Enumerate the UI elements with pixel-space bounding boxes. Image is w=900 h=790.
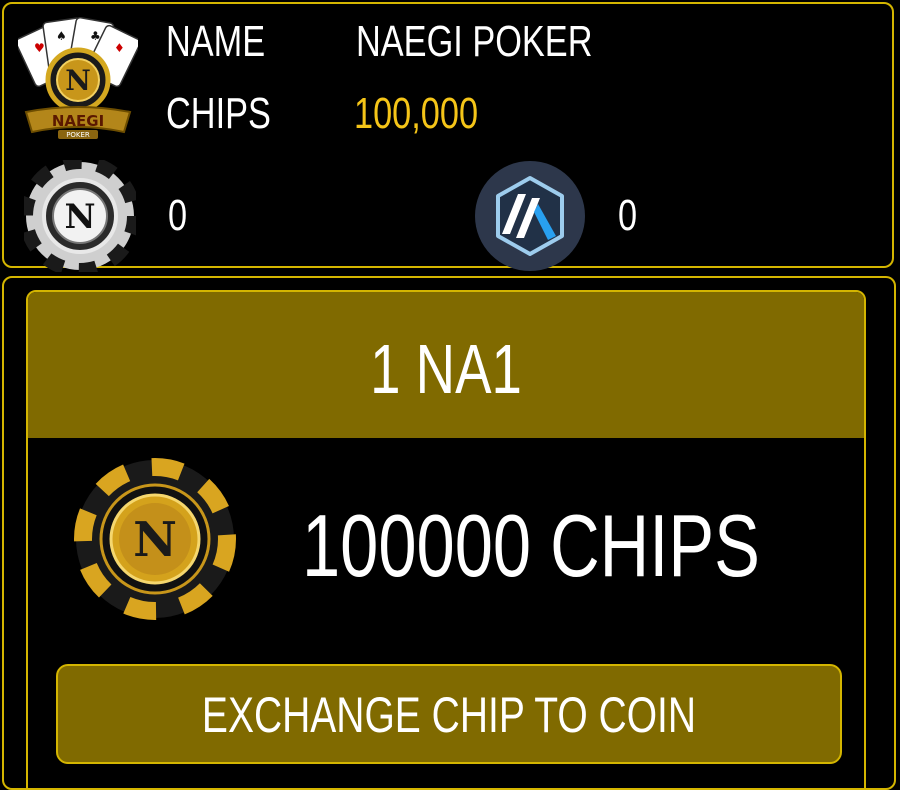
gold-chip-icon: N <box>74 458 236 620</box>
chips-label: CHIPS <box>166 89 271 138</box>
name-label: NAME <box>166 17 266 66</box>
arbitrum-coin-balance: 0 <box>618 191 638 240</box>
naegi-poker-logo: ♥ ♠ ♣ ♦ N NAEGI POKER <box>18 16 138 139</box>
name-value: NAEGI POKER <box>356 17 593 66</box>
svg-text:♦: ♦ <box>114 41 125 55</box>
svg-text:NAEGI: NAEGI <box>52 112 104 130</box>
exchange-panel: 1 NA1 N 100000 CHIPS EXCHANGE CHIP TO CO… <box>2 276 896 790</box>
svg-text:♠: ♠ <box>56 29 67 43</box>
arbitrum-coin-icon <box>475 161 585 271</box>
chips-value: 100,000 <box>354 89 479 138</box>
na-coin-balance: 0 <box>168 191 188 240</box>
svg-text:N: N <box>65 64 91 97</box>
svg-text:♣: ♣ <box>90 29 101 43</box>
na-chip-coin-icon: N <box>24 160 136 272</box>
offer-title: 1 NA1 <box>370 330 522 408</box>
svg-text:POKER: POKER <box>66 131 90 139</box>
exchange-offer-card: 1 NA1 N 100000 CHIPS EXCHANGE CHIP TO CO… <box>26 290 866 788</box>
svg-text:♥: ♥ <box>34 41 45 55</box>
profile-panel: ♥ ♠ ♣ ♦ N NAEGI POKER NAME NAEGI POKER C… <box>2 2 894 272</box>
svg-text:N: N <box>133 512 177 568</box>
svg-text:N: N <box>64 197 95 237</box>
exchange-button-label: EXCHANGE CHIP TO COIN <box>201 687 697 743</box>
offer-header: 1 NA1 <box>28 292 864 438</box>
exchange-chip-to-coin-button[interactable]: EXCHANGE CHIP TO COIN <box>56 664 842 764</box>
offer-chip-amount: 100000 CHIPS <box>302 496 760 595</box>
